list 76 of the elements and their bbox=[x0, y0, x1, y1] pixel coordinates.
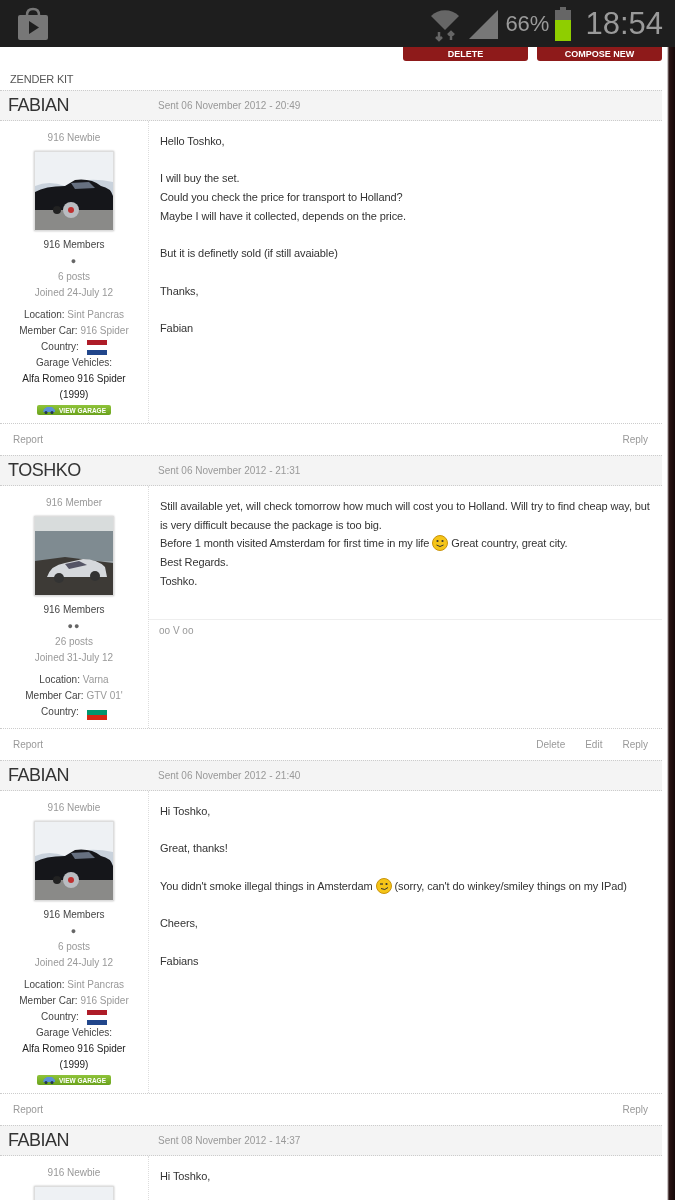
message-text: I will buy the set. bbox=[160, 171, 241, 187]
join-date: Joined 31-July 12 bbox=[34, 651, 114, 665]
sent-date: Sent 06 November 2012 - 21:31 bbox=[158, 465, 301, 476]
message-text: Fabians bbox=[160, 953, 200, 969]
message-text: Could you check the price for transport to Holland? bbox=[160, 190, 404, 206]
join-date: Joined 24-July 12 bbox=[34, 956, 114, 970]
winking-smiley-icon bbox=[375, 877, 392, 894]
post-action-link[interactable]: Edit bbox=[585, 739, 603, 750]
garage-label: Garage Vehicles: bbox=[35, 1026, 113, 1040]
sent-date: Sent 06 November 2012 - 21:40 bbox=[158, 770, 301, 781]
country-label: Country: bbox=[41, 705, 79, 719]
profile-field: Location: Sint Pancras bbox=[23, 977, 125, 993]
post-action-link[interactable]: Delete bbox=[536, 739, 566, 750]
garage-vehicle: Alfa Romeo 916 Spider (1999) bbox=[21, 372, 127, 402]
profile-field: Member Car: GTV 01' bbox=[25, 688, 123, 704]
member-group: 916 Members bbox=[43, 237, 105, 253]
clock-time: 18:54 bbox=[585, 5, 663, 42]
profile-field: Location: Sint Pancras bbox=[23, 307, 125, 323]
message-text: Hello Toshko, bbox=[160, 134, 226, 149]
member-rank: 916 Newbie bbox=[47, 801, 101, 815]
message-text: Toshko. bbox=[160, 573, 199, 589]
rank-pips: ● bbox=[70, 925, 78, 938]
netherlands-flag-icon bbox=[86, 339, 107, 355]
author-name: FABIAN bbox=[7, 765, 71, 786]
report-link[interactable]: Report bbox=[13, 1104, 43, 1115]
profile-field: Member Car: 916 Spider bbox=[19, 323, 129, 339]
message-text: Fabian bbox=[160, 320, 195, 336]
member-group: 916 Members bbox=[43, 907, 105, 923]
post-count: 6 posts bbox=[57, 270, 91, 284]
post-action-link[interactable]: Reply bbox=[622, 434, 648, 445]
battery-icon bbox=[555, 6, 572, 41]
rank-pips: ●● bbox=[67, 620, 81, 633]
author-name: FABIAN bbox=[7, 1130, 71, 1151]
member-group: 916 Members bbox=[43, 602, 105, 618]
message-text: Before 1 month visited Amsterdam for first time in my life Great country, great city. bbox=[160, 534, 569, 554]
author-name: TOSHKO bbox=[7, 460, 82, 481]
member-rank: 916 Newbie bbox=[47, 1166, 101, 1180]
signature-text: oo V oo bbox=[159, 625, 194, 637]
topic-title: ZENDER KIT bbox=[9, 72, 75, 87]
message-text: Best Regards. bbox=[160, 555, 230, 571]
country-label: Country: bbox=[41, 340, 79, 354]
post-count: 26 posts bbox=[55, 635, 93, 649]
post-count: 6 posts bbox=[57, 940, 91, 954]
profile-field: Location: Varna bbox=[39, 672, 109, 688]
country-label: Country: bbox=[41, 1010, 79, 1024]
author-name: FABIAN bbox=[7, 95, 71, 116]
post-action-link[interactable]: Reply bbox=[622, 739, 648, 750]
message-text: But it is definetly sold (if still avaiable) bbox=[160, 246, 339, 262]
sent-date: Sent 06 November 2012 - 20:49 bbox=[158, 100, 301, 111]
sent-date: Sent 08 November 2012 - 14:37 bbox=[158, 1135, 301, 1146]
message-text: You didn't smoke illegal things in Amsterdam (sorry, can't do winkey/smiley things on my IPad) bbox=[160, 876, 628, 896]
store-bag-icon[interactable] bbox=[16, 6, 50, 41]
profile-field: Member Car: 916 Spider bbox=[19, 993, 129, 1009]
car-icon bbox=[42, 406, 56, 414]
member-rank: 916 Member bbox=[45, 496, 103, 510]
message-text: Maybe I will have it collected, depends on the price. bbox=[160, 208, 407, 224]
garage-vehicle: Alfa Romeo 916 Spider (1999) bbox=[21, 1042, 127, 1072]
car-icon bbox=[42, 1076, 56, 1084]
join-date: Joined 24-July 12 bbox=[34, 286, 114, 300]
post-action-link[interactable]: Reply bbox=[622, 1104, 648, 1115]
message-text: Thanks, bbox=[160, 283, 200, 299]
rank-pips: ● bbox=[70, 255, 78, 268]
report-link[interactable]: Report bbox=[13, 739, 43, 750]
battery-percent: 66% bbox=[505, 10, 550, 37]
member-rank: 916 Newbie bbox=[47, 131, 101, 145]
toolbar-button[interactable]: DELETE bbox=[403, 47, 528, 61]
message-text: Great, thanks! bbox=[160, 841, 229, 857]
netherlands-flag-icon bbox=[86, 1009, 107, 1025]
toolbar-button[interactable]: COMPOSE NEW bbox=[537, 47, 662, 61]
smiley-icon bbox=[432, 535, 449, 552]
message-text: Hi Toshko, bbox=[160, 804, 212, 819]
message-text: Cheers, bbox=[160, 916, 199, 932]
report-link[interactable]: Report bbox=[13, 434, 43, 445]
message-text: Hi Toshko, bbox=[160, 1169, 212, 1184]
message-text: Still available yet, will check tomorrow how much will cost you to Holland. Will try to find cheap way, but is very difficult because the package is too big. bbox=[160, 499, 651, 533]
garage-label: Garage Vehicles: bbox=[35, 356, 113, 370]
